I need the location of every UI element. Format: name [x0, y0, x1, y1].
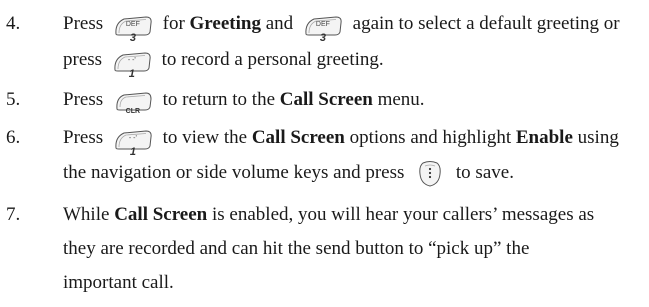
bold-term: Call Screen [251, 127, 345, 148]
text: to return to the [162, 89, 276, 110]
text: and [265, 13, 294, 34]
bold-term: Call Screen [114, 204, 208, 225]
text: to record a personal greeting. [161, 49, 384, 70]
step-line: Press - -' 1 to view the Call Screen opt… [63, 123, 619, 158]
text: menu. [377, 89, 425, 110]
step-line: Press DEF 3 for Greeting and DEF 3 again… [63, 9, 620, 44]
clr-key-icon: CLR [112, 90, 154, 115]
step-number: 6. [6, 127, 21, 148]
bold-term: Call Screen [279, 89, 373, 110]
text: While [63, 204, 110, 225]
step-line: they are recorded and can hit the send b… [63, 238, 530, 259]
text: to save. [455, 162, 514, 183]
text: for [162, 13, 185, 34]
step-number: 5. [6, 89, 21, 110]
key-1-icon: - -' 1 [111, 49, 153, 80]
key-1-icon: - -' 1 [112, 127, 154, 158]
key-3-icon: DEF 3 [112, 13, 154, 44]
bold-term: Greeting [189, 13, 261, 34]
menu-ok-key-icon [417, 160, 443, 188]
text: options and highlight [349, 127, 512, 148]
key-3-icon: DEF 3 [302, 13, 344, 44]
step-line: Press CLR to return to the Call Screen m… [63, 85, 425, 115]
text: using [577, 127, 619, 148]
step-number: 4. [6, 13, 21, 34]
step-line: important call. [63, 272, 174, 293]
step-line: the navigation or side volume keys and p… [63, 158, 514, 188]
text: again to select a default greeting or [352, 13, 620, 34]
bold-term: Enable [515, 127, 573, 148]
step-line: While Call Screen is enabled, you will h… [63, 200, 594, 230]
text: Press [63, 13, 104, 34]
text: is enabled, you will hear your callers’ … [212, 204, 595, 225]
step-number: 7. [6, 204, 21, 225]
text: to view the [162, 127, 248, 148]
text: press [63, 49, 103, 70]
text: the navigation or side volume keys and p… [63, 162, 405, 183]
text: Press [63, 89, 104, 110]
text: Press [63, 127, 104, 148]
step-line: press - -' 1 to record a personal greeti… [63, 45, 384, 80]
